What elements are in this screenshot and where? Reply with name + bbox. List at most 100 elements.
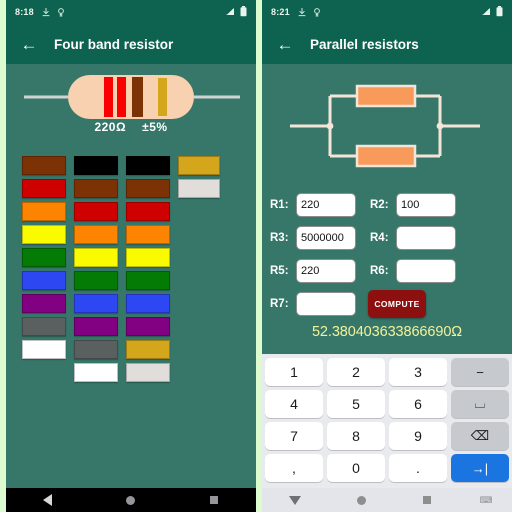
home-nav-icon[interactable] xyxy=(111,488,151,512)
vpn-key-icon xyxy=(313,7,322,17)
swatch-band-2-digit-red[interactable] xyxy=(74,202,118,221)
swatch-band-1-digit-orange[interactable] xyxy=(22,202,66,221)
key-0[interactable]: 0 xyxy=(327,454,385,482)
r6-input-label: R6: xyxy=(370,265,389,277)
swatch-band-1-digit-green[interactable] xyxy=(22,248,66,267)
recents-nav-icon[interactable] xyxy=(407,488,447,512)
swatch-band-1-digit-blue[interactable] xyxy=(22,271,66,290)
back-arrow-icon[interactable]: ← xyxy=(272,31,298,57)
key-2[interactable]: 2 xyxy=(327,358,385,386)
key-period[interactable]: . xyxy=(389,454,447,482)
swatch-column-band-2-digit xyxy=(74,156,118,382)
right-content: R1: 220 R2: 100 R3: 5000000 R4: R5: 220 R6: R7: COM… xyxy=(262,64,512,512)
key-8[interactable]: 8 xyxy=(327,422,385,450)
swatch-band-3-multiplier-green[interactable] xyxy=(126,271,170,290)
swatch-band-1-digit-yellow[interactable] xyxy=(22,225,66,244)
swatch-band-3-multiplier-violet[interactable] xyxy=(126,317,170,336)
swatch-band-3-multiplier-silver[interactable] xyxy=(126,363,170,382)
swatch-band-3-multiplier-gold[interactable] xyxy=(126,340,170,359)
back-arrow-icon[interactable]: ← xyxy=(16,31,42,57)
keyboard-switch-icon[interactable]: ⌨ xyxy=(473,488,499,512)
key-comma[interactable]: , xyxy=(265,454,323,482)
status-right-icons xyxy=(225,5,247,19)
numeric-keyboard[interactable]: 1 2 3− 4 5 6 ⌴ 7 8 9 ⌫, 0. →| xyxy=(262,354,512,488)
swatch-band-3-multiplier-orange[interactable] xyxy=(126,225,170,244)
recents-nav-icon[interactable] xyxy=(194,488,234,512)
swatch-band-3-multiplier-yellow[interactable] xyxy=(126,248,170,267)
key-7[interactable]: 7 xyxy=(265,422,323,450)
swatch-band-2-digit-brown[interactable] xyxy=(74,179,118,198)
r2-input[interactable]: 100 xyxy=(396,193,456,217)
left-system-navbar xyxy=(6,488,256,512)
swatch-band-3-multiplier-black[interactable] xyxy=(126,156,170,175)
swatch-band-3-multiplier-brown[interactable] xyxy=(126,179,170,198)
swatch-band-4-tolerance-silver[interactable] xyxy=(178,179,220,198)
keyboard-row: 4 5 6 ⌴ xyxy=(265,390,509,418)
resistor-diagram: 220Ω ±5% xyxy=(6,64,256,150)
swatch-band-3-multiplier-red[interactable] xyxy=(126,202,170,221)
swatch-band-2-digit-orange[interactable] xyxy=(74,225,118,244)
left-content: 220Ω ±5% xyxy=(6,64,256,512)
key-next[interactable]: →| xyxy=(451,454,509,482)
r4-input-label: R4: xyxy=(370,232,389,244)
keyboard-row: 1 2 3− xyxy=(265,358,509,386)
swatch-band-2-digit-yellow[interactable] xyxy=(74,248,118,267)
swatch-column-band-4-tolerance xyxy=(178,156,220,382)
swatch-band-2-digit-black[interactable] xyxy=(74,156,118,175)
signal-icon xyxy=(481,7,491,18)
swatch-column-band-3-multiplier xyxy=(126,156,170,382)
key-9[interactable]: 9 xyxy=(389,422,447,450)
r4-input[interactable] xyxy=(396,226,456,250)
key-minus[interactable]: − xyxy=(451,358,509,386)
swatch-band-2-digit-green[interactable] xyxy=(74,271,118,290)
key-5[interactable]: 5 xyxy=(327,390,385,418)
r5-input[interactable]: 220 xyxy=(296,259,356,283)
home-nav-icon[interactable] xyxy=(341,488,381,512)
r3-input[interactable]: 5000000 xyxy=(296,226,356,250)
r2-input-label: R2: xyxy=(370,199,389,211)
page-title: Four band resistor xyxy=(54,36,174,52)
swatch-band-2-digit-white[interactable] xyxy=(74,363,118,382)
key-4[interactable]: 4 xyxy=(265,390,323,418)
swatch-band-4-tolerance-gold[interactable] xyxy=(178,156,220,175)
status-time: 8:18 xyxy=(15,7,34,17)
swatch-band-1-digit-white[interactable] xyxy=(22,340,66,359)
right-status-bar: 8:21 xyxy=(262,0,512,24)
tolerance-value: ±5% xyxy=(142,120,168,134)
right-screen: 8:21 ← Parallel resistors R1: 220 R2: 10… xyxy=(262,0,512,512)
left-screen: 8:18 ← Four band resistor 220Ω ±5% xyxy=(6,0,256,512)
r5-input-label: R5: xyxy=(270,265,289,277)
key-backspace[interactable]: ⌫ xyxy=(451,422,509,450)
screenshot-stage: 8:18 ← Four band resistor 220Ω ±5% 8:21 … xyxy=(0,0,512,512)
left-phone-screenshot: 8:18 ← Four band resistor 220Ω ±5% xyxy=(6,0,256,512)
back-nav-icon[interactable] xyxy=(28,488,68,512)
r1-input[interactable]: 220 xyxy=(296,193,356,217)
r7-input[interactable] xyxy=(296,292,356,316)
keyboard-row: 7 8 9 ⌫ xyxy=(265,422,509,450)
r3-input-label: R3: xyxy=(270,232,289,244)
key-3[interactable]: 3 xyxy=(389,358,447,386)
r6-input[interactable] xyxy=(396,259,456,283)
key-6[interactable]: 6 xyxy=(389,390,447,418)
swatch-band-1-digit-brown[interactable] xyxy=(22,156,66,175)
swatch-band-2-digit-violet[interactable] xyxy=(74,317,118,336)
battery-icon xyxy=(496,5,503,19)
key-space[interactable]: ⌴ xyxy=(451,390,509,418)
swatch-band-1-digit-grey[interactable] xyxy=(22,317,66,336)
right-system-navbar: ⌨ xyxy=(262,488,512,512)
key-1[interactable]: 1 xyxy=(265,358,323,386)
battery-icon xyxy=(240,5,247,19)
input-row: R3: 5000000 R4: xyxy=(270,225,504,251)
swatch-band-1-digit-red[interactable] xyxy=(22,179,66,198)
swatch-band-2-digit-blue[interactable] xyxy=(74,294,118,313)
compute-button[interactable]: COMPUTE xyxy=(368,290,426,318)
input-row: R1: 220 R2: 100 xyxy=(270,192,504,218)
swatch-band-2-digit-grey[interactable] xyxy=(74,340,118,359)
swatch-band-3-multiplier-blue[interactable] xyxy=(126,294,170,313)
r1-input-label: R1: xyxy=(270,199,289,211)
hide-keyboard-icon[interactable] xyxy=(275,488,315,512)
page-title: Parallel resistors xyxy=(310,36,419,52)
input-row-last: R7: COMPUTE xyxy=(270,290,504,318)
vpn-key-icon xyxy=(57,7,66,17)
swatch-band-1-digit-violet[interactable] xyxy=(22,294,66,313)
